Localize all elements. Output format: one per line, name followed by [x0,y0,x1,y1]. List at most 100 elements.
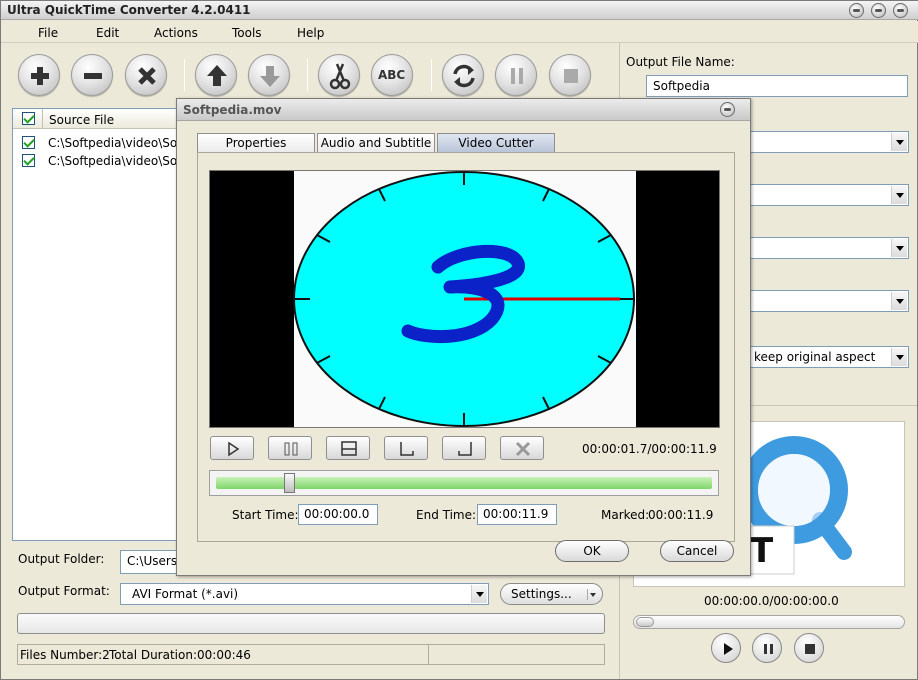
tab-audio-subtitle-label: Audio and Subtitle [320,136,432,150]
marked-label: Marked: [601,508,650,522]
maximize-button[interactable] [871,3,886,18]
preview-seek-bar[interactable] [633,615,905,629]
stop-button[interactable] [549,54,591,96]
app-title: Ultra QuickTime Converter 4.2.0411 [7,3,251,17]
files-number: Files Number:2 [20,648,110,662]
output-folder-value: C:\Users [127,554,178,568]
aspect-value: keep original aspect [754,350,876,364]
pause-icon [764,644,773,654]
conversion-progress-bar [17,613,605,634]
chevron-down-icon [891,348,907,366]
cutter-stop-button[interactable] [326,436,370,460]
tab-video-cutter[interactable]: Video Cutter [437,133,555,152]
menu-actions[interactable]: Actions [154,26,198,40]
cutter-play-button[interactable] [210,436,254,460]
add-button[interactable] [18,54,60,96]
stop-icon [341,441,357,456]
move-up-icon [207,65,227,86]
output-name-label: Output File Name: [626,55,735,69]
play-icon [228,441,240,457]
dialog-close-button[interactable] [720,102,735,117]
cutter-time-display: 00:00:01.7/00:00:11.9 [582,442,717,456]
convert-icon [453,64,475,88]
menu-file[interactable]: File [38,26,58,40]
chevron-down-icon [891,133,907,151]
output-name-value: Softpedia [653,79,710,93]
move-up-button[interactable] [195,54,237,96]
menu-help[interactable]: Help [297,26,324,40]
status-bar: Files Number:2 Total Duration:00:00:46 [17,644,605,665]
chevron-down-icon [891,239,907,257]
output-format-label: Output Format: [18,584,110,598]
start-time-field[interactable]: 00:00:00.0 [298,504,378,525]
clear-mark-button[interactable] [500,436,544,460]
output-format-value: AVI Format (*.avi) [132,587,239,601]
start-time-value: 00:00:00.0 [304,507,370,521]
settings-button[interactable]: Settings... [500,583,603,605]
remove-button[interactable] [71,54,113,96]
menu-edit[interactable]: Edit [96,26,119,40]
source-file-header[interactable]: Source File [49,113,114,127]
chevron-down-icon [891,292,907,310]
cutter-pause-button[interactable] [268,436,312,460]
tab-video-cutter-label: Video Cutter [458,136,534,150]
select-all-checkbox[interactable] [22,112,35,125]
end-time-value: 00:00:11.9 [483,507,549,521]
preview-time-display: 00:00:00.0/00:00:00.0 [704,594,839,608]
move-down-button[interactable] [248,54,290,96]
tab-audio-subtitle[interactable]: Audio and Subtitle [317,133,435,152]
close-button[interactable] [893,3,908,18]
tab-properties-label: Properties [225,136,287,150]
mark-start-button[interactable] [384,436,428,460]
preview-pause-button[interactable] [752,633,782,663]
status-divider [428,645,429,664]
preview-play-button[interactable] [711,633,741,663]
move-down-icon [260,66,280,87]
chevron-down-icon [590,593,596,600]
mark-end-icon [458,442,472,456]
rename-button[interactable]: ABC [371,54,413,96]
tab-properties[interactable]: Properties [197,133,315,152]
minimize-button[interactable] [849,3,864,18]
row-checkbox[interactable] [22,136,35,149]
menu-tools[interactable]: Tools [232,26,262,40]
mark-start-icon [400,442,414,456]
ok-label: OK [583,544,601,558]
preview-stop-button[interactable] [794,633,824,663]
column-divider [42,109,43,129]
stop-icon [805,644,815,654]
marked-value: 00:00:11.9 [648,508,714,522]
output-format-select[interactable]: AVI Format (*.avi) [120,583,489,605]
chevron-down-icon [471,585,487,603]
cut-button[interactable] [318,54,360,96]
button-divider [587,589,588,600]
end-time-label: End Time: [416,508,477,522]
ok-button[interactable]: OK [555,540,629,562]
stop-icon [564,69,578,83]
output-name-field[interactable]: Softpedia [646,75,908,97]
end-time-field[interactable]: 00:00:11.9 [477,504,557,525]
preview-seek-thumb[interactable] [636,617,654,627]
row-checkbox[interactable] [22,154,35,167]
dialog-title-bar: Softpedia.mov [177,99,750,121]
svg-text:T: T [750,531,774,571]
cutter-seek-bar[interactable] [209,470,719,496]
video-preview [209,170,720,428]
toolbar-separator [307,59,308,91]
chevron-down-icon [891,186,907,204]
mark-end-button[interactable] [442,436,486,460]
toolbar-separator [184,59,185,91]
clear-icon [515,441,531,457]
add-icon [31,67,49,85]
total-duration: Total Duration:00:00:46 [109,648,251,662]
pause-button[interactable] [495,54,537,96]
settings-label: Settings... [511,587,572,601]
seek-thumb[interactable] [283,473,295,493]
menu-bar: File Edit Actions Tools Help [1,21,918,43]
convert-button[interactable] [442,54,484,96]
cancel-button[interactable]: Cancel [660,540,734,562]
dialog-title: Softpedia.mov [183,103,282,117]
output-folder-label: Output Folder: [18,552,105,566]
pause-icon [284,442,298,456]
clear-button[interactable] [125,54,167,96]
